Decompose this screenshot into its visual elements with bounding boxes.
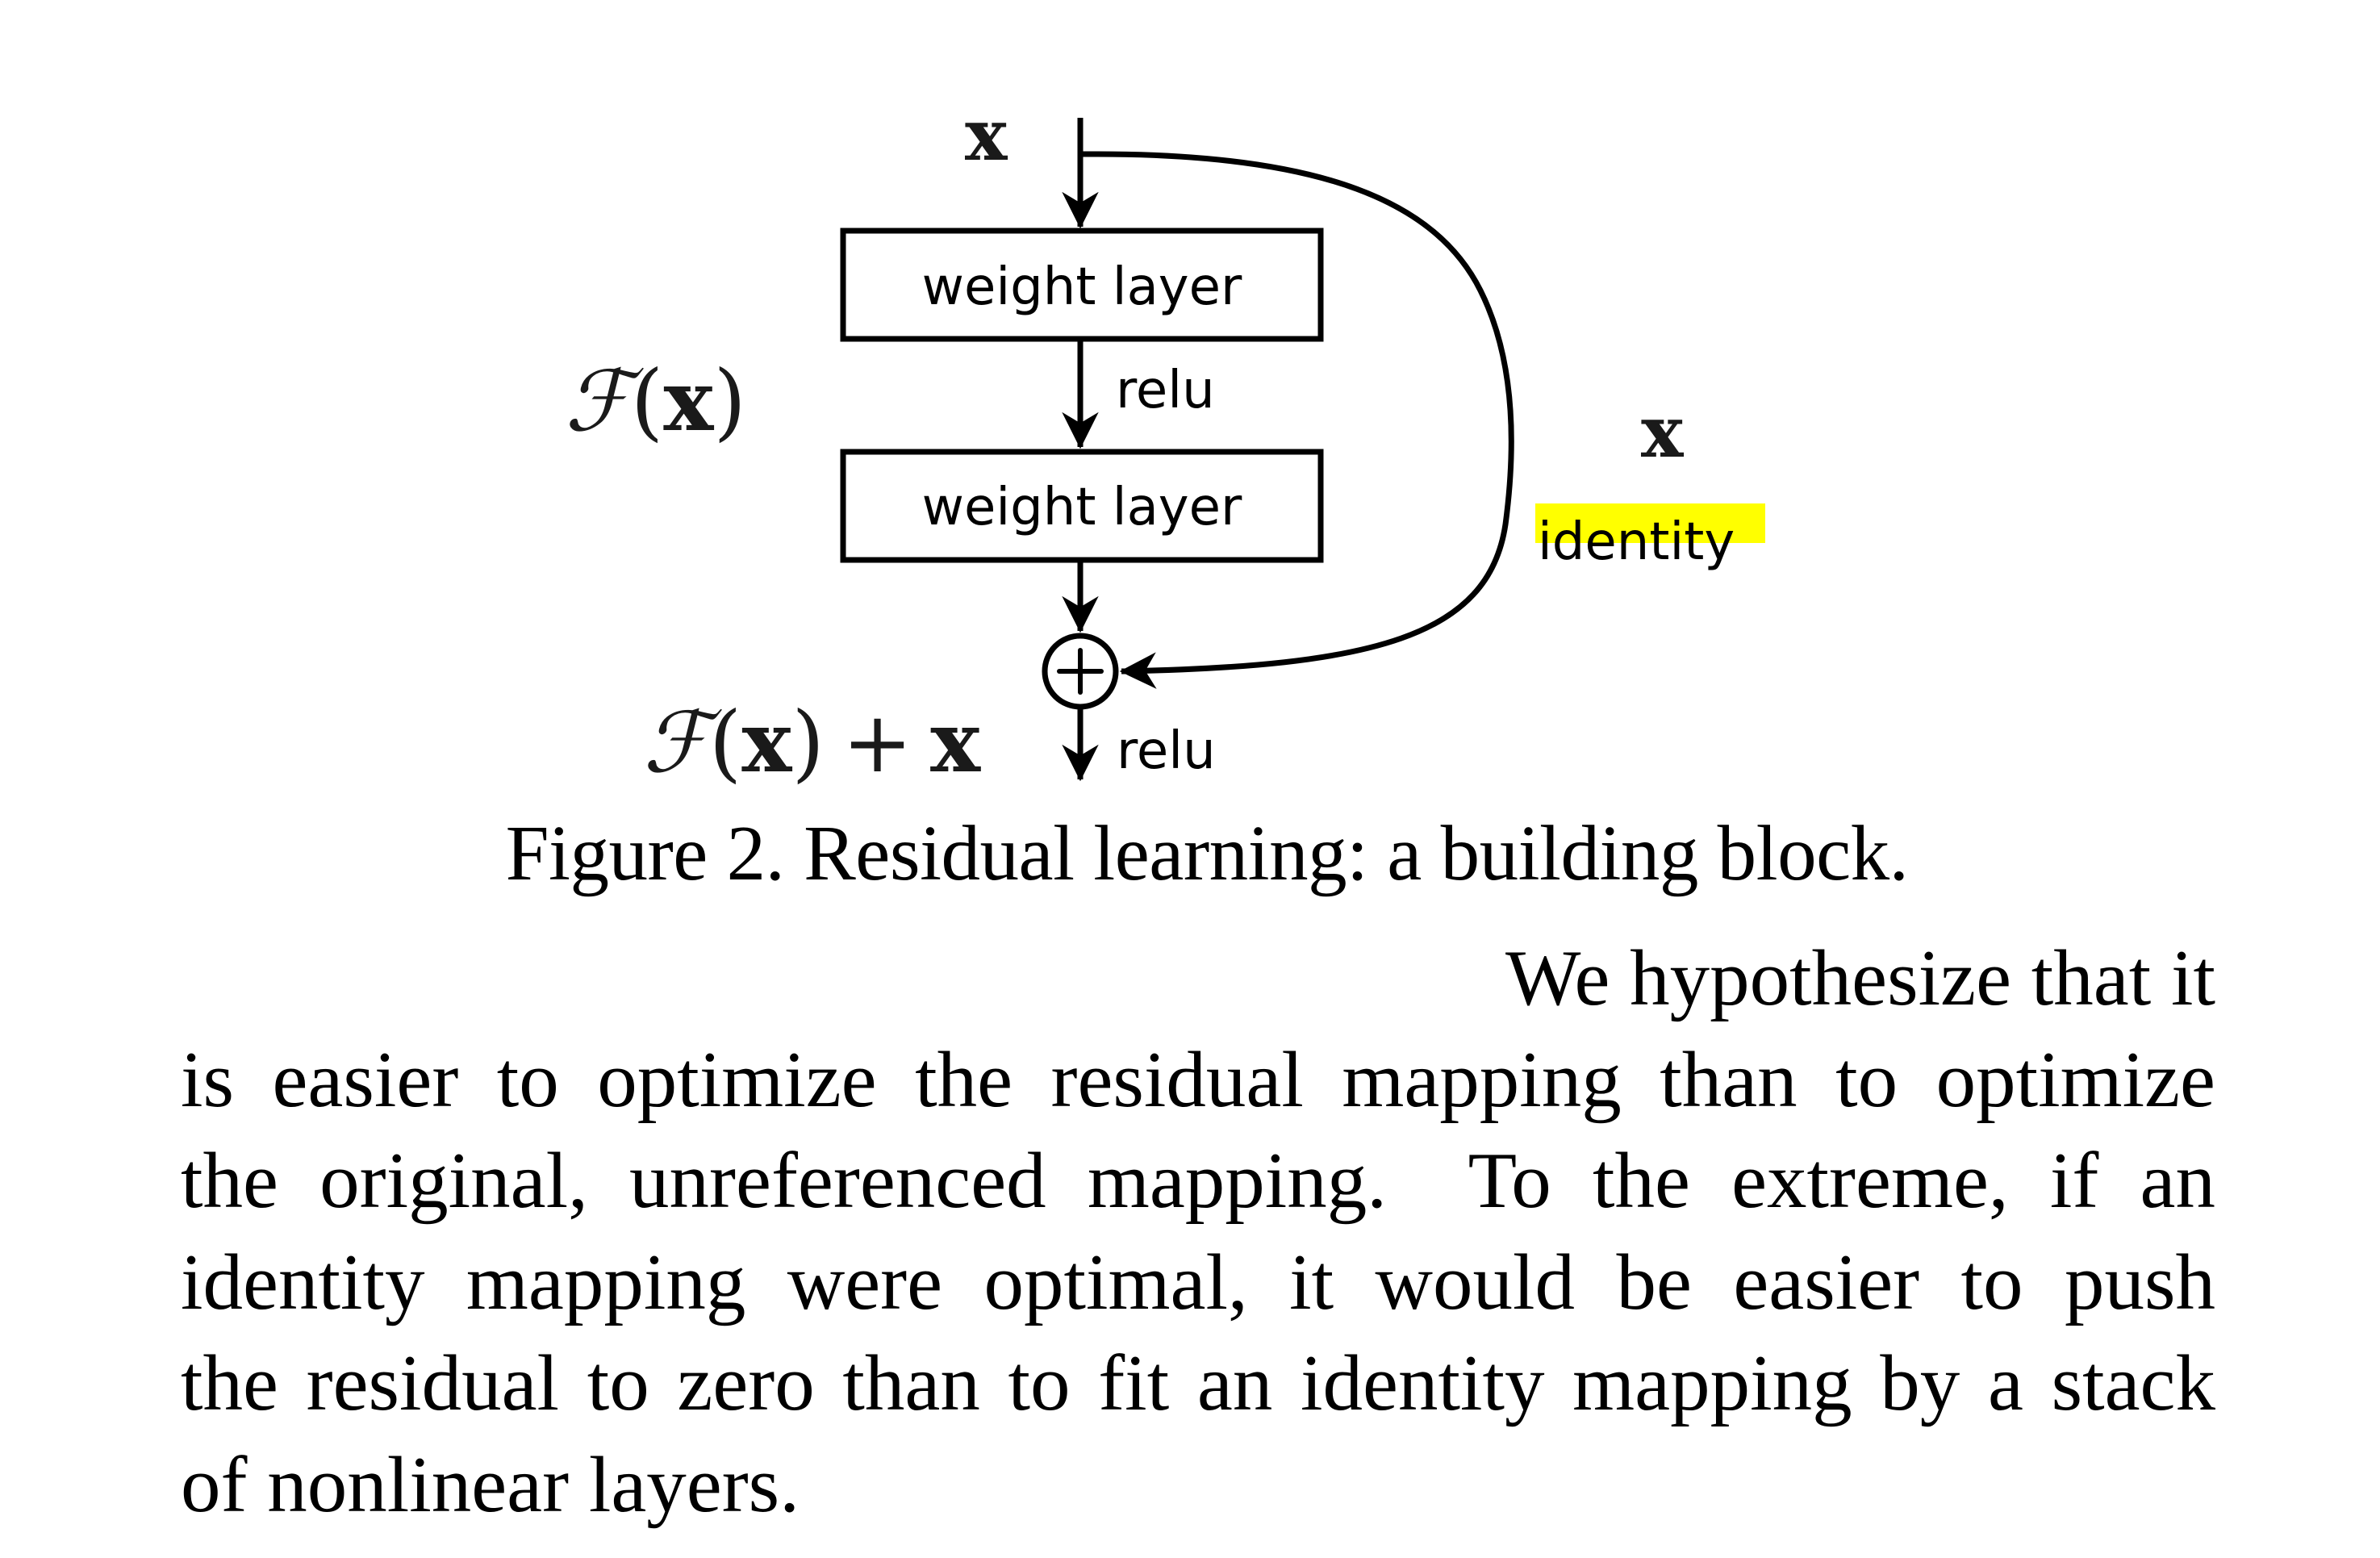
plus-circle-icon <box>1042 633 1119 710</box>
residual-block-diagram: x weight layer relu weight layer relu ℱ(… <box>565 93 1765 792</box>
paragraph-line: the residual to zero than to fit an iden… <box>181 1339 2215 1427</box>
relu-label-1: relu <box>1116 361 1215 420</box>
open-paren: ( <box>709 693 742 792</box>
weight-layer-2: weight layer <box>840 449 1324 563</box>
close-paren: ) <box>713 352 746 450</box>
open-paren: ( <box>631 352 664 450</box>
paragraph-line: the original, unreferenced mapping. To t… <box>181 1137 2215 1225</box>
var-x: x <box>663 351 714 450</box>
identity-label: identity <box>1538 512 1735 572</box>
paragraph-line: of nonlinear layers. <box>181 1440 800 1529</box>
svg-text:ℱ(x)+x: ℱ(x) + x <box>643 692 981 792</box>
svg-text:ℱ(x): ℱ(x) <box>565 351 746 450</box>
body-paragraph: We hypothesize that it is easier to opti… <box>181 928 2215 1535</box>
shortcut-x-label: x <box>1641 390 1685 474</box>
paragraph-line: identity mapping were optimal, it would … <box>181 1238 2215 1326</box>
residual-function-label: ℱ(x) <box>565 351 746 450</box>
input-x-label: x <box>965 93 1008 177</box>
weight-layer-1: weight layer <box>840 228 1324 342</box>
relu-label-2: relu <box>1117 721 1216 781</box>
paragraph-line: is easier to optimize the residual mappi… <box>181 1035 2215 1124</box>
sum-output-label: ℱ(x) + x <box>643 692 981 792</box>
figure-caption: Figure 2. Residual learning: a building … <box>505 810 1909 896</box>
var-x-2: x <box>930 692 981 792</box>
paragraph-line: We hypothesize that it <box>1505 934 2215 1022</box>
var-x: x <box>741 692 792 792</box>
close-paren: ) <box>791 693 825 792</box>
weight-layer-1-label: weight layer <box>922 257 1242 317</box>
plus-sign: + <box>842 693 912 792</box>
weight-layer-2-label: weight layer <box>922 478 1242 537</box>
